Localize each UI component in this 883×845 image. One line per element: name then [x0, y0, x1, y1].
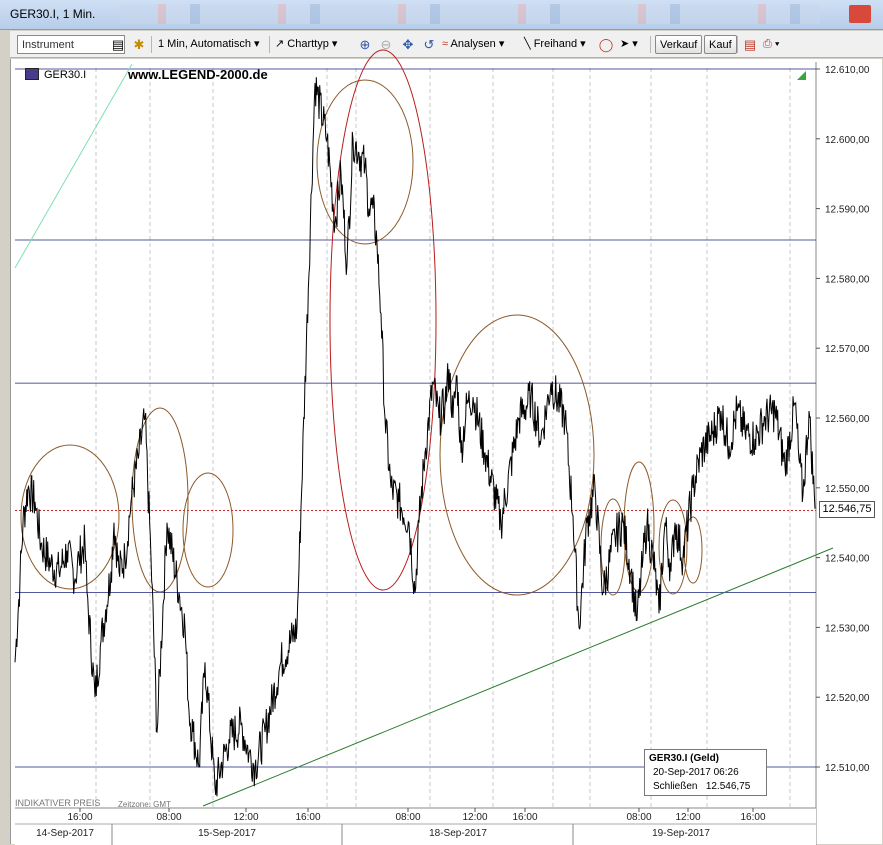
y-tick-label: 12.570,00 — [825, 344, 870, 355]
x-tick-label: 08:00 — [626, 812, 651, 823]
date-label: 18-Sep-2017 — [429, 828, 487, 839]
date-label: 19-Sep-2017 — [652, 828, 710, 839]
y-tick-label: 12.530,00 — [825, 623, 870, 634]
brand-watermark: www.LEGEND-2000.de — [128, 67, 268, 82]
x-tick-label: 16:00 — [67, 812, 92, 823]
info-box-title: GER30.I (Geld) — [649, 753, 720, 764]
timezone-label: Zeitzone: GMT — [118, 800, 171, 809]
date-label: 15-Sep-2017 — [198, 828, 256, 839]
date-label: 14-Sep-2017 — [36, 828, 94, 839]
price-chart[interactable]: 12.510,00 12.520,00 12.530,00 12.540,00 12.5… — [0, 0, 883, 845]
x-tick-label: 16:00 — [295, 812, 320, 823]
y-tick-label: 12.540,00 — [825, 554, 870, 565]
info-box-close-label: Schließen — [653, 781, 698, 792]
indicative-price-label: INDIKATIVER PREIS — [15, 798, 101, 808]
info-box-close-value: 12.546,75 — [705, 781, 751, 792]
y-tick-label: 12.560,00 — [825, 414, 870, 425]
x-tick-label: 12:00 — [675, 812, 700, 823]
info-box-close-row: Schließen 12.546,75 — [649, 780, 762, 794]
live-indicator-icon — [797, 71, 806, 80]
current-price-label: 12.546,75 — [819, 501, 875, 518]
x-tick-label: 08:00 — [395, 812, 420, 823]
info-box: GER30.I (Geld) 20-Sep-2017 06:26 Schließ… — [644, 749, 767, 796]
y-tick-label: 12.600,00 — [825, 135, 870, 146]
x-tick-label: 16:00 — [512, 812, 537, 823]
x-tick-label: 16:00 — [740, 812, 765, 823]
y-tick-label: 12.520,00 — [825, 693, 870, 704]
annotation-ellipse — [20, 444, 120, 590]
y-tick-label: 12.610,00 — [825, 65, 870, 76]
y-tick-label: 12.510,00 — [825, 763, 870, 774]
y-tick-label: 12.590,00 — [825, 205, 870, 216]
x-tick-label: 12:00 — [462, 812, 487, 823]
y-tick-label: 12.580,00 — [825, 274, 870, 285]
instrument-icon — [25, 68, 39, 80]
symbol-label: GER30.I — [44, 69, 87, 81]
y-tick-label: 12.550,00 — [825, 484, 870, 495]
x-tick-label: 12:00 — [233, 812, 258, 823]
info-box-datetime: 20-Sep-2017 06:26 — [653, 767, 739, 778]
x-tick-label: 08:00 — [156, 812, 181, 823]
diagonal-line — [14, 63, 133, 269]
price-series-line — [14, 77, 816, 797]
annotation-ellipse — [182, 472, 234, 588]
